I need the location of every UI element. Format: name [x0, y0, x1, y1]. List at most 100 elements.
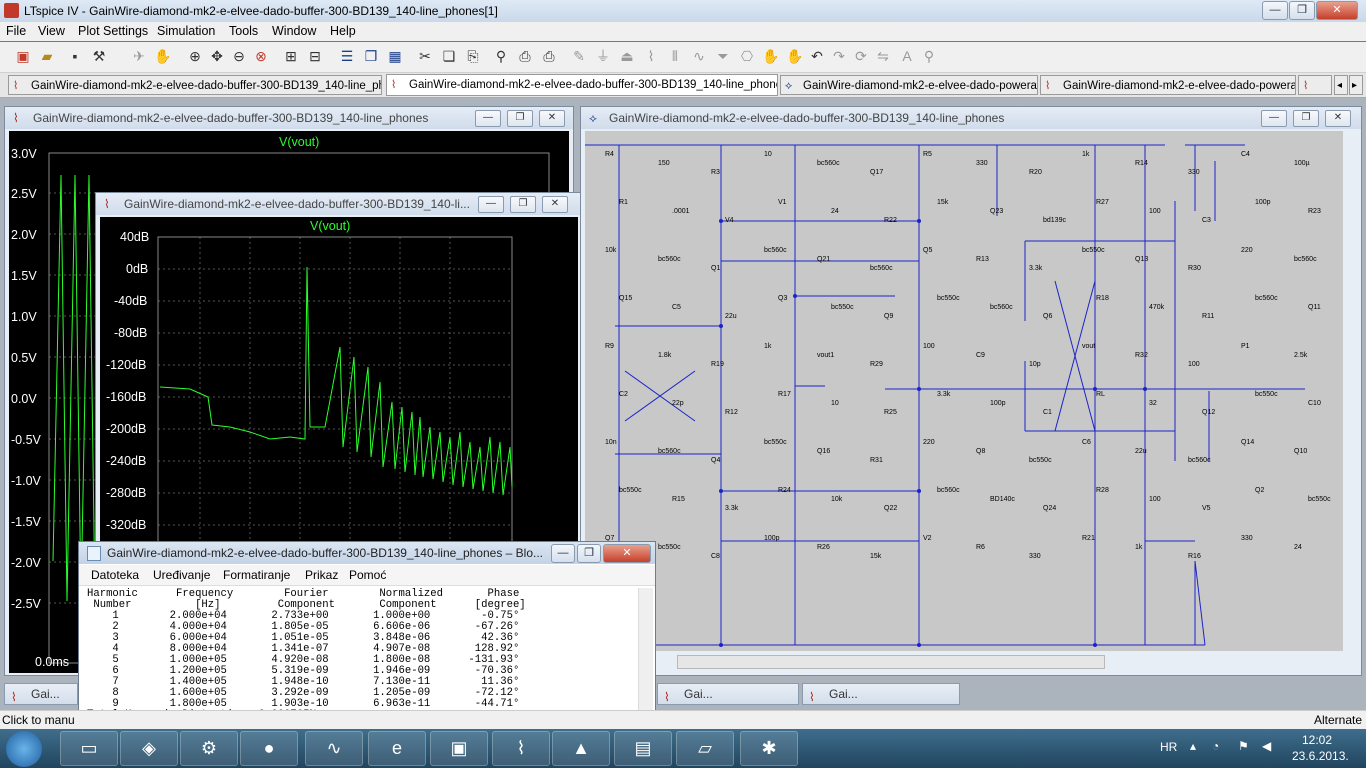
- wire-icon[interactable]: ✎: [570, 47, 588, 65]
- text-icon[interactable]: A: [898, 47, 916, 65]
- diode-icon[interactable]: ⏷: [714, 47, 732, 65]
- tab-buffer-line-phones-1[interactable]: ⌇ GainWire-diamond-mk2-e-elvee-dado-buffe…: [386, 74, 778, 96]
- new-schematic-icon[interactable]: ▣: [14, 47, 32, 65]
- fourier-maximize-button[interactable]: ❐: [577, 544, 601, 563]
- menu-formatiranje[interactable]: Formatiranje: [223, 568, 290, 582]
- clock-time[interactable]: 12:02: [1302, 733, 1332, 747]
- schematic-window-caption[interactable]: ⟡ GainWire-diamond-mk2-e-elvee-dado-buffe…: [581, 107, 1361, 129]
- menu-tools[interactable]: Tools: [229, 24, 258, 38]
- autorange-icon[interactable]: ⊞: [282, 47, 300, 65]
- fourier-close-button[interactable]: ✕: [603, 544, 651, 563]
- taskbar-app-icon[interactable]: ∿: [305, 731, 363, 766]
- fft-window-caption[interactable]: ⌇ GainWire-diamond-mk2-e-elvee-dado-buffe…: [96, 193, 581, 215]
- taskbar-app-icon[interactable]: ⚙: [180, 731, 238, 766]
- ltspice-taskbar-icon[interactable]: ⌇: [492, 731, 550, 766]
- paste-icon[interactable]: ⎘: [464, 47, 482, 65]
- open-folder-icon[interactable]: ▰: [38, 47, 56, 65]
- child-minimize-button[interactable]: —: [1261, 110, 1287, 127]
- fft-plot-pane[interactable]: V(vout) 40dB 0dB -40dB -80dB -120dB -160…: [100, 217, 578, 569]
- halt-icon[interactable]: ✋: [154, 47, 172, 65]
- menu-datoteka[interactable]: Datoteka: [91, 568, 139, 582]
- minimized-window-2[interactable]: ⌇ Gai...: [657, 683, 799, 705]
- tile-horizontal-icon[interactable]: ☰: [338, 47, 356, 65]
- tray-flag-icon[interactable]: ⚑: [1238, 739, 1249, 753]
- tab-scroll-left[interactable]: ◂: [1334, 75, 1348, 95]
- minimized-window-3[interactable]: ⌇ Gai...: [802, 683, 960, 705]
- maximize-button[interactable]: ❐: [1289, 1, 1315, 20]
- pdf-taskbar-icon[interactable]: ▲: [552, 731, 610, 766]
- print-icon[interactable]: ⎙: [540, 47, 558, 65]
- tab-buffer-line-phones[interactable]: ⌇ GainWire-diamond-mk2-e-elvee-dado-buffe…: [8, 75, 382, 95]
- fourier-minimize-button[interactable]: —: [551, 544, 575, 563]
- tab-scroll-right[interactable]: ▸: [1349, 75, 1363, 95]
- tab-overflow[interactable]: ⌇: [1298, 75, 1332, 95]
- menu-window[interactable]: Window: [272, 24, 316, 38]
- child-maximize-button[interactable]: ❐: [510, 196, 536, 213]
- clock-date[interactable]: 23.6.2013.: [1292, 749, 1349, 763]
- find-icon[interactable]: ⚲: [492, 47, 510, 65]
- menu-uredivanje[interactable]: Uređivanje: [153, 568, 210, 582]
- tray-network-icon[interactable]: ◔: [1212, 739, 1219, 753]
- label-net-icon[interactable]: ⏏: [618, 47, 636, 65]
- ground-icon[interactable]: ⏚: [594, 47, 612, 65]
- taskbar-app-icon[interactable]: ▱: [676, 731, 734, 766]
- taskbar-app-icon[interactable]: ◈: [120, 731, 178, 766]
- inductor-icon[interactable]: ∿: [690, 47, 708, 65]
- minimize-button[interactable]: —: [1262, 1, 1288, 20]
- component-icon[interactable]: ⎔: [738, 47, 756, 65]
- explorer-taskbar-icon[interactable]: ▭: [60, 731, 118, 766]
- control-panel-icon[interactable]: ⚒: [90, 47, 108, 65]
- taskbar-app-icon[interactable]: ✱: [740, 731, 798, 766]
- start-button[interactable]: [6, 731, 42, 767]
- tray-arrow-icon[interactable]: ▴: [1190, 739, 1196, 753]
- menu-pomoc[interactable]: Pomoć: [349, 568, 386, 582]
- tab-poweramp-waveform[interactable]: ⌇ GainWire-diamond-mk2-e-elvee-dado-power…: [1040, 75, 1296, 95]
- move-icon[interactable]: ✋: [762, 47, 780, 65]
- capacitor-icon[interactable]: ⫴: [666, 47, 684, 65]
- menu-prikaz[interactable]: Prikaz: [305, 568, 338, 582]
- save-icon[interactable]: ▪: [66, 47, 84, 65]
- rotate-icon[interactable]: ⟳: [852, 47, 870, 65]
- tile-vertical-icon[interactable]: ▦: [386, 47, 404, 65]
- child-maximize-button[interactable]: ❐: [1293, 110, 1319, 127]
- notepad-taskbar-icon[interactable]: ▤: [614, 731, 672, 766]
- minimized-window-1[interactable]: ⌇ Gai...: [4, 683, 78, 705]
- child-close-button[interactable]: ✕: [542, 196, 568, 213]
- tray-volume-icon[interactable]: ◀: [1262, 739, 1271, 753]
- language-indicator[interactable]: HR: [1160, 740, 1177, 754]
- drag-icon[interactable]: ✋: [786, 47, 804, 65]
- zoom-in-icon[interactable]: ⊕: [186, 47, 204, 65]
- pan-icon[interactable]: ✥: [208, 47, 226, 65]
- zoom-fit-icon[interactable]: ⊗: [252, 47, 270, 65]
- taskbar-app-icon[interactable]: ▣: [430, 731, 488, 766]
- menu-file[interactable]: File: [6, 24, 26, 38]
- schematic-canvas[interactable]: R4 150 R3 10 bc560c Q17 R5 330 R20 1k R14 330 C4 100µ…: [585, 131, 1343, 651]
- child-minimize-button[interactable]: —: [478, 196, 504, 213]
- mirror-icon[interactable]: ⇋: [874, 47, 892, 65]
- menu-help[interactable]: Help: [330, 24, 356, 38]
- print-setup-icon[interactable]: ⎙: [516, 47, 534, 65]
- child-close-button[interactable]: ✕: [539, 110, 565, 127]
- menu-plot-settings[interactable]: Plot Settings: [78, 24, 148, 38]
- vertical-scrollbar[interactable]: [638, 588, 653, 726]
- child-minimize-button[interactable]: —: [475, 110, 501, 127]
- child-maximize-button[interactable]: ❐: [507, 110, 533, 127]
- copy-icon[interactable]: ❏: [440, 47, 458, 65]
- cut-icon[interactable]: ✂: [416, 47, 434, 65]
- cascade-icon[interactable]: ❐: [362, 47, 380, 65]
- fourier-results-text[interactable]: Harmonic Frequency Fourier Normalized Ph…: [87, 589, 526, 721]
- undo-icon[interactable]: ↶: [808, 47, 826, 65]
- horizontal-scrollbar[interactable]: [677, 655, 1105, 669]
- spice-directive-icon[interactable]: ⚲: [920, 47, 938, 65]
- resistor-icon[interactable]: ⌇: [642, 47, 660, 65]
- menu-simulation[interactable]: Simulation: [157, 24, 215, 38]
- tab-poweramp-schematic[interactable]: ⟡ GainWire-diamond-mk2-e-elvee-dado-power…: [780, 75, 1038, 95]
- child-close-button[interactable]: ✕: [1325, 110, 1351, 127]
- run-icon[interactable]: ✈: [130, 47, 148, 65]
- grid-icon[interactable]: ⊟: [306, 47, 324, 65]
- taskbar-app-icon[interactable]: ●: [240, 731, 298, 766]
- redo-icon[interactable]: ↷: [830, 47, 848, 65]
- menu-view[interactable]: View: [38, 24, 65, 38]
- ie-taskbar-icon[interactable]: e: [368, 731, 426, 766]
- zoom-out-icon[interactable]: ⊖: [230, 47, 248, 65]
